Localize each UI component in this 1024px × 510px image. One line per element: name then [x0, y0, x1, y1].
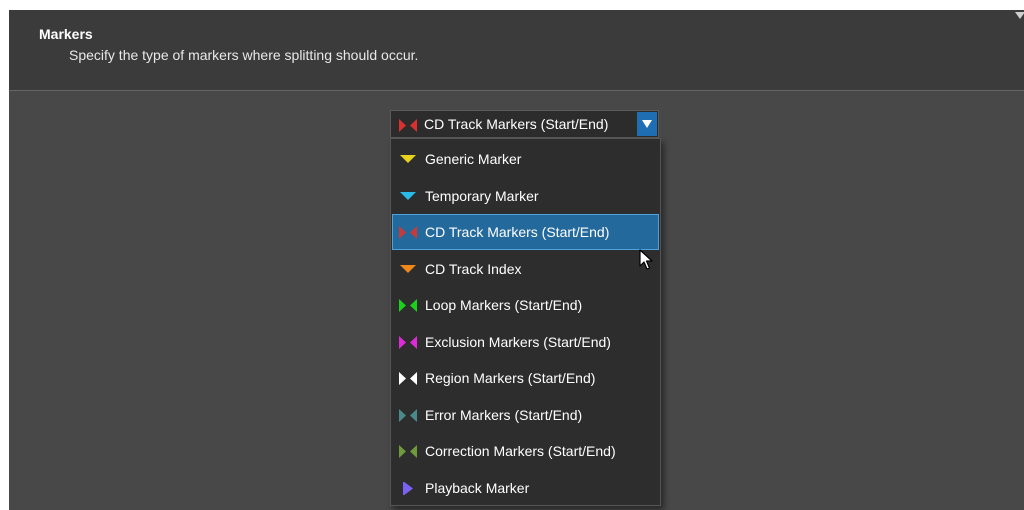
menu-item-label: Temporary Marker	[425, 187, 539, 204]
dropdown-arrow-icon[interactable]	[637, 112, 657, 136]
generic-marker-icon	[398, 153, 418, 171]
exclusion-markers-icon	[398, 335, 418, 354]
menu-item-label: CD Track Markers (Start/End)	[425, 224, 610, 240]
temporary-marker-icon	[398, 190, 418, 208]
menu-item-label: Playback Marker	[425, 479, 530, 496]
section-description: Specify the type of markers where splitt…	[69, 47, 419, 63]
menu-item-label: CD Track Index	[425, 260, 522, 277]
menu-item-label: Correction Markers (Start/End)	[425, 443, 616, 459]
menu-item-label: Loop Markers (Start/End)	[425, 297, 583, 313]
menu-item-label: Region Markers (Start/End)	[425, 370, 596, 386]
menu-item-generic-marker[interactable]: Generic Marker	[392, 141, 659, 177]
correction-markers-icon	[398, 445, 418, 463]
menu-item-cd-track-markers[interactable]: CD Track Markers (Start/End)	[392, 214, 659, 250]
mouse-cursor-icon	[639, 249, 653, 276]
pin-icon[interactable]	[1015, 12, 1024, 19]
section-header: Markers Specify the type of markers wher…	[9, 10, 1024, 91]
menu-item-loop-markers[interactable]: Loop Markers (Start/End)	[392, 287, 659, 323]
menu-item-label: Generic Marker	[425, 151, 522, 167]
dropdown-selected-label: CD Track Markers (Start/End)	[424, 116, 609, 132]
loop-markers-icon	[398, 299, 418, 317]
error-markers-icon	[398, 408, 418, 427]
menu-item-error-markers[interactable]: Error Markers (Start/End)	[392, 397, 659, 433]
menu-item-exclusion-markers[interactable]: Exclusion Markers (Start/End)	[392, 324, 659, 360]
menu-item-label: Error Markers (Start/End)	[425, 406, 583, 423]
menu-item-playback-marker[interactable]: Playback Marker	[392, 470, 659, 506]
marker-type-dropdown[interactable]: CD Track Markers (Start/End)	[390, 110, 659, 138]
playback-marker-icon	[398, 480, 418, 500]
menu-item-region-markers[interactable]: Region Markers (Start/End)	[392, 360, 659, 396]
markers-dialog: Markers Specify the type of markers wher…	[9, 10, 1024, 510]
cd-track-index-icon	[398, 263, 418, 281]
region-markers-icon	[398, 372, 418, 390]
section-title: Markers	[39, 26, 93, 42]
cd-track-markers-icon	[399, 119, 419, 137]
menu-item-correction-markers[interactable]: Correction Markers (Start/End)	[392, 433, 659, 469]
menu-item-temporary-marker[interactable]: Temporary Marker	[392, 178, 659, 214]
marker-type-menu: Generic Marker Temporary Marker CD Track M…	[390, 138, 661, 506]
menu-item-label: Exclusion Markers (Start/End)	[425, 333, 611, 350]
menu-item-cd-track-index[interactable]: CD Track Index	[392, 251, 659, 287]
cd-track-markers-icon	[398, 226, 418, 244]
